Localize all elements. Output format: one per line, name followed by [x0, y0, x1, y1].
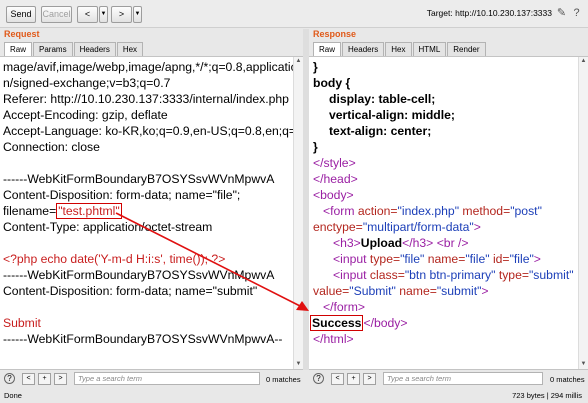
chevron-down-icon: ▼ [134, 11, 141, 17]
form-open-line: <form action="index.php" method="post" [323, 204, 542, 218]
help-icon[interactable]: ? [313, 373, 324, 384]
filename-value: "test.phtml" [56, 203, 122, 219]
back-history-dropdown[interactable]: ▼ [99, 6, 108, 23]
search-input[interactable]: Type a search term [383, 372, 543, 385]
forward-history-dropdown[interactable]: ▼ [133, 6, 142, 23]
php-payload: <?php echo date('Y-m-d H:i:s', time()); … [3, 252, 226, 266]
request-line: mage/avif,image/webp,image/apng,*/*;q=0.… [3, 60, 298, 74]
form-close-line: </form> [323, 300, 365, 314]
back-icon: < [84, 9, 91, 19]
request-line: ------WebKitFormBoundaryB7OSYSsvWVnMpwvA… [3, 332, 283, 346]
search-next-button[interactable]: > [54, 373, 67, 385]
tab-headers[interactable]: Headers [73, 42, 116, 56]
request-line: ------WebKitFormBoundaryB7OSYSsvWVnMpwvA [3, 268, 275, 282]
search-add-button[interactable]: + [38, 373, 51, 385]
search-input[interactable]: Type a search term [74, 372, 260, 385]
request-line: Accept-Encoding: gzip, deflate [3, 108, 168, 122]
input-submit-line: <input class="btn btn-primary" type="sub… [333, 268, 574, 282]
request-line: Connection: close [3, 140, 100, 154]
response-line: } [313, 60, 318, 74]
h3-line: <h3>Upload</h3> <br /> [333, 236, 469, 250]
response-line: </head> [313, 172, 358, 186]
tab-html[interactable]: HTML [412, 42, 447, 56]
request-search-bar: ? < + > Type a search term 0 matches [0, 370, 303, 388]
request-tabs: Raw Params Headers Hex [4, 42, 144, 56]
filename-line: filename= "test.phtml" [3, 203, 122, 219]
response-line: vertical-align: middle; [329, 108, 455, 122]
response-size-info: 723 bytes | 294 millis [512, 391, 582, 400]
scroll-up-icon[interactable]: ▲ [579, 57, 588, 66]
request-editor[interactable]: mage/avif,image/webp,image/apng,*/*;q=0.… [0, 56, 303, 370]
response-editor[interactable]: } body { display: table-cell; vertical-a… [309, 56, 588, 370]
response-search-bar: ? < + > Type a search term 0 matches [309, 370, 588, 388]
scroll-down-icon[interactable]: ▼ [579, 360, 588, 369]
request-title: Request [4, 29, 40, 39]
edit-target-icon[interactable]: ✎ [555, 7, 568, 20]
request-line: Referer: http://10.10.230.137:3333/inter… [3, 92, 289, 106]
response-line: <body> [313, 188, 354, 202]
search-next-button[interactable]: > [363, 373, 376, 385]
response-line: </style> [313, 156, 356, 170]
match-count: 0 matches [266, 375, 301, 384]
search-add-button[interactable]: + [347, 373, 360, 385]
scroll-down-icon[interactable]: ▼ [294, 360, 303, 369]
chevron-down-icon: ▼ [100, 11, 107, 17]
response-line: display: table-cell; [329, 92, 436, 106]
submit-value: Submit [3, 316, 41, 330]
response-line: body { [313, 76, 351, 90]
request-line: Content-Disposition: form-data; name="su… [3, 284, 258, 298]
tab-hex[interactable]: Hex [116, 42, 144, 56]
toolbar: Send Cancel < ▼ > ▼ Target: http://10.10… [0, 0, 588, 28]
form-enctype-line: enctype="multipart/form-data"> [313, 220, 481, 234]
search-prev-button[interactable]: < [22, 373, 35, 385]
tab-params[interactable]: Params [33, 42, 73, 56]
response-line: } [313, 140, 318, 154]
input-file-line: <input type="file" name="file" id="file"… [333, 252, 541, 266]
cancel-button[interactable]: Cancel [41, 6, 72, 23]
status-text: Done [4, 391, 22, 400]
response-title: Response [313, 29, 357, 39]
send-button[interactable]: Send [6, 6, 36, 23]
response-scrollbar[interactable]: ▲ ▼ [578, 57, 588, 369]
search-prev-button[interactable]: < [331, 373, 344, 385]
input-submit-value-line: value="Submit" name="submit"> [313, 284, 489, 298]
request-line: ------WebKitFormBoundaryB7OSYSsvWVnMpwvA [3, 172, 275, 186]
tab-render[interactable]: Render [447, 42, 486, 56]
success-text: Success [310, 315, 364, 331]
request-line: Content-Type: application/octet-stream [3, 220, 213, 234]
forward-icon: > [118, 9, 125, 19]
help-icon[interactable]: ? [4, 373, 15, 384]
tab-raw[interactable]: Raw [4, 42, 33, 56]
target-label: Target: http://10.10.230.137:3333 [426, 8, 552, 18]
scroll-up-icon[interactable]: ▲ [294, 57, 303, 66]
request-line: Content-Disposition: form-data; name="fi… [3, 188, 241, 202]
tab-raw[interactable]: Raw [313, 42, 342, 56]
request-line: n/signed-exchange;v=b3;q=0.7 [3, 76, 171, 90]
request-line: Accept-Language: ko-KR,ko;q=0.9,en-US;q=… [3, 124, 303, 138]
success-line: Success </body> [310, 315, 408, 331]
response-line: text-align: center; [329, 124, 432, 138]
match-count: 0 matches [550, 375, 585, 384]
request-pane: Request Raw Params Headers Hex mage/avif… [0, 29, 303, 370]
tab-hex[interactable]: Hex [385, 42, 412, 56]
response-tabs: Raw Headers Hex HTML Render [313, 42, 487, 56]
status-bar: Done 723 bytes | 294 millis [0, 389, 588, 403]
back-button[interactable]: < [77, 6, 98, 23]
filename-label: filename= [3, 204, 57, 218]
forward-button[interactable]: > [111, 6, 132, 23]
help-icon[interactable]: ? [570, 7, 583, 20]
request-scrollbar[interactable]: ▲ ▼ [293, 57, 303, 369]
tab-headers[interactable]: Headers [342, 42, 385, 56]
response-line: </html> [313, 332, 354, 346]
response-pane: Response Raw Headers Hex HTML Render } b… [309, 29, 588, 370]
